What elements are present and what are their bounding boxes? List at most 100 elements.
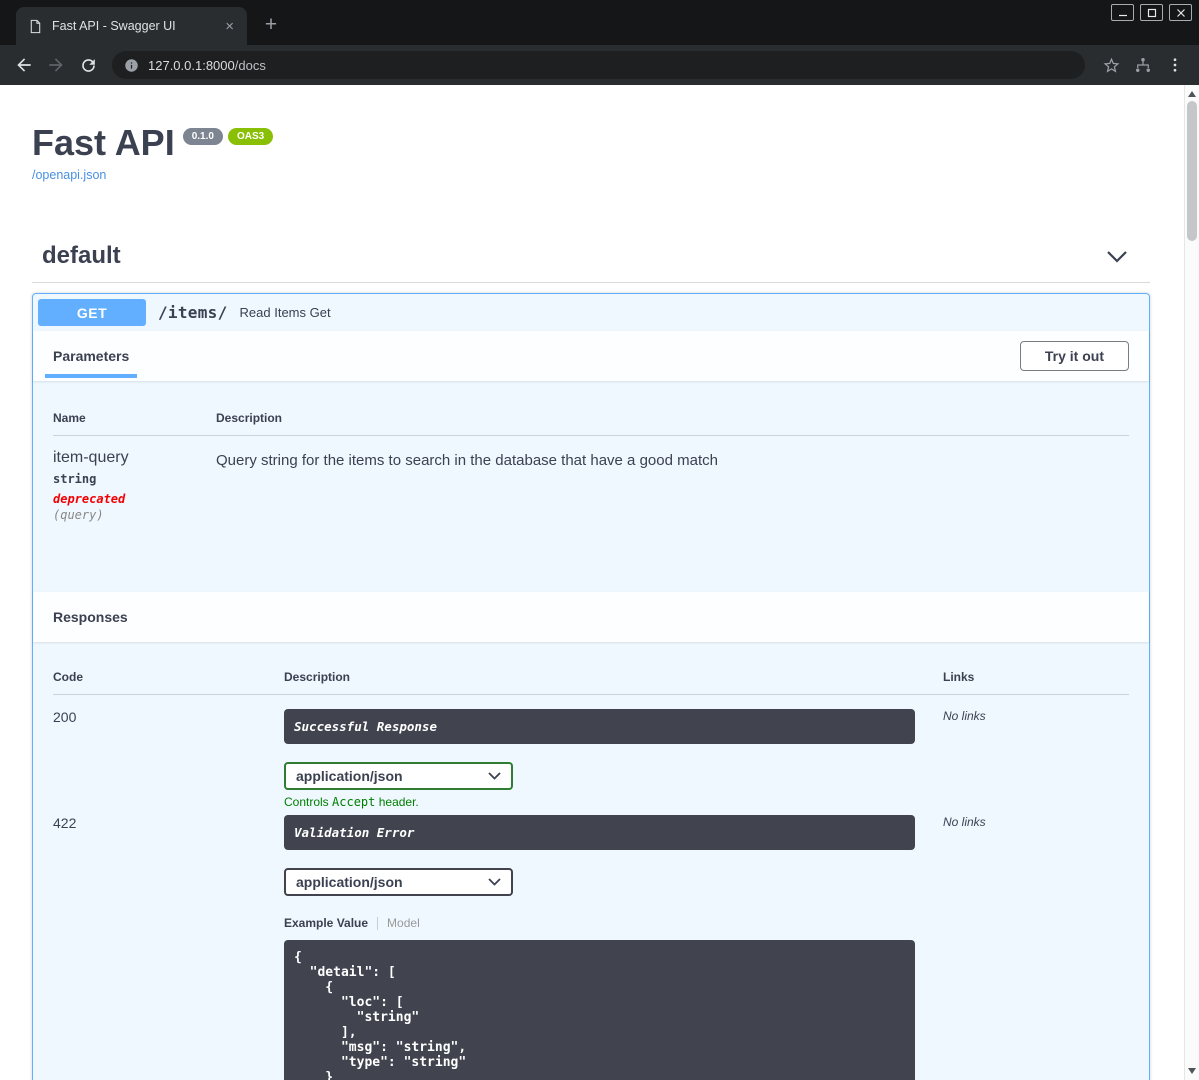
triangle-down-icon xyxy=(1188,1068,1196,1074)
response-200-links: No links xyxy=(943,709,986,724)
browser-tab[interactable]: Fast API - Swagger UI × xyxy=(16,7,247,45)
parameter-row: item-query string deprecated (query) Que… xyxy=(53,436,1129,522)
parameter-name: item-query xyxy=(53,449,129,467)
scroll-up-button[interactable] xyxy=(1185,87,1199,101)
url-text: 127.0.0.1:8000/docs xyxy=(148,58,266,73)
parameter-name-cell: item-query string deprecated (query) xyxy=(53,449,216,522)
response-row-200: 200 Successful Response application/json… xyxy=(53,695,1129,809)
minimize-icon xyxy=(1118,14,1127,16)
triangle-up-icon xyxy=(1188,91,1196,97)
collapse-chevron-icon[interactable] xyxy=(1106,250,1128,263)
parameters-table-head: Name Description xyxy=(53,411,1129,437)
arrow-left-icon xyxy=(17,58,31,72)
site-info-icon[interactable] xyxy=(124,58,139,73)
parameter-description: Query string for the items to search in … xyxy=(216,452,718,470)
parameters-tab[interactable]: Parameters xyxy=(44,348,138,379)
parameters-header: Parameters Try it out xyxy=(33,331,1149,382)
scrollbar-thumb[interactable] xyxy=(1187,101,1197,241)
tab-divider xyxy=(377,916,379,930)
response-200-description: Successful Response xyxy=(284,709,915,745)
url-bar[interactable]: 127.0.0.1:8000/docs xyxy=(112,51,1085,79)
star-icon xyxy=(1103,57,1119,73)
sitemap-icon xyxy=(1136,58,1150,72)
api-title-row: Fast API 0.1.0 OAS3 xyxy=(32,121,1150,164)
response-200-description-cell: Successful Response application/json Con… xyxy=(284,709,943,809)
sitemap-button[interactable] xyxy=(1128,50,1158,80)
minimize-button[interactable] xyxy=(1111,4,1134,21)
try-it-out-button[interactable]: Try it out xyxy=(1019,341,1129,372)
tab-close-button[interactable]: × xyxy=(221,17,238,36)
api-info: Fast API 0.1.0 OAS3 /openapi.json xyxy=(32,85,1150,184)
window-controls xyxy=(1111,4,1192,21)
example-json-block: { "detail": [ { "loc": [ "string" ], "ms… xyxy=(284,940,915,1080)
accept-header-note: Controls Accept header. xyxy=(284,795,943,809)
chevron-down-icon xyxy=(488,772,501,780)
accept-note-prefix: Controls xyxy=(284,795,333,810)
responses-col-code-header: Code xyxy=(53,670,83,685)
responses-header: Responses xyxy=(33,592,1149,643)
url-host: 127.0.0.1:8000 xyxy=(148,57,235,73)
url-path: /docs xyxy=(234,57,266,73)
menu-button[interactable] xyxy=(1160,50,1190,80)
example-value-tab[interactable]: Example Value xyxy=(284,916,368,930)
kebab-menu-icon xyxy=(1173,58,1177,72)
reload-button[interactable] xyxy=(73,50,103,80)
reload-icon xyxy=(81,58,95,72)
swagger-ui: Fast API 0.1.0 OAS3 /openapi.json defaul… xyxy=(32,85,1150,1080)
browser-chrome: Fast API - Swagger UI × + 127.0.0.1:8000… xyxy=(0,0,1199,85)
selected-media-type: application/json xyxy=(296,874,403,891)
parameter-location: (query) xyxy=(53,508,104,523)
response-code-422: 422 xyxy=(53,815,77,832)
operation-summary-text: Read Items Get xyxy=(239,305,331,321)
responses-heading: Responses xyxy=(53,609,128,626)
version-badge: 0.1.0 xyxy=(182,128,223,145)
media-type-select-422[interactable]: application/json xyxy=(284,868,513,897)
accept-note-suffix: header. xyxy=(375,795,419,810)
scroll-down-button[interactable] xyxy=(1185,1064,1199,1078)
navigation-toolbar: 127.0.0.1:8000/docs xyxy=(0,45,1199,85)
tag-name: default xyxy=(42,242,121,270)
close-icon xyxy=(1176,8,1185,17)
model-tab[interactable]: Model xyxy=(387,916,420,930)
api-title: Fast API xyxy=(32,122,175,163)
responses-col-description-header: Description xyxy=(284,670,351,685)
method-badge: GET xyxy=(38,299,146,327)
page-favicon-icon xyxy=(28,19,43,34)
opblock-get-items: GET /items/ Read Items Get Parameters Tr… xyxy=(32,293,1150,1080)
chevron-down-icon xyxy=(488,878,501,886)
parameter-deprecated-flag: deprecated xyxy=(53,492,126,507)
response-422-links: No links xyxy=(943,815,986,830)
bookmark-button[interactable] xyxy=(1096,50,1126,80)
params-col-description-header: Description xyxy=(216,411,283,426)
page-scrollbar[interactable] xyxy=(1184,85,1199,1080)
operation-path: /items/ xyxy=(158,303,228,323)
tab-title: Fast API - Swagger UI xyxy=(52,19,176,33)
maximize-icon xyxy=(1147,8,1156,17)
responses-table-head: Code Description Links xyxy=(53,670,1129,696)
response-422-description-cell: Validation Error application/json Exampl… xyxy=(284,815,943,1080)
close-button[interactable] xyxy=(1169,4,1192,21)
forward-button[interactable] xyxy=(41,50,71,80)
responses-col-links-header: Links xyxy=(943,670,975,685)
oas3-badge: OAS3 xyxy=(227,128,274,145)
operation-summary[interactable]: GET /items/ Read Items Get xyxy=(33,294,1149,331)
response-code-200: 200 xyxy=(53,709,77,726)
responses-table: Code Description Links 200 Successful Re… xyxy=(33,642,1149,1080)
params-col-name-header: Name xyxy=(53,411,86,426)
tab-strip: Fast API - Swagger UI × + xyxy=(0,0,1199,45)
example-json: { "detail": [ { "loc": [ "string" ], "ms… xyxy=(294,950,467,1080)
arrow-right-icon xyxy=(49,58,63,72)
parameter-type: string xyxy=(53,472,97,487)
maximize-button[interactable] xyxy=(1140,4,1163,21)
response-422-description: Validation Error xyxy=(284,815,915,851)
response-row-422: 422 Validation Error application/json Ex… xyxy=(53,809,1129,1080)
accept-note-code: Accept xyxy=(332,795,376,810)
parameters-table: Name Description item-query string depre… xyxy=(33,381,1149,592)
back-button[interactable] xyxy=(9,50,39,80)
media-type-select-200[interactable]: application/json xyxy=(284,762,513,791)
selected-media-type: application/json xyxy=(296,768,403,785)
new-tab-button[interactable]: + xyxy=(258,12,284,38)
tag-header[interactable]: default xyxy=(32,242,1150,284)
example-model-tabs: Example Value Model xyxy=(284,916,943,930)
openapi-link[interactable]: /openapi.json xyxy=(32,168,106,182)
